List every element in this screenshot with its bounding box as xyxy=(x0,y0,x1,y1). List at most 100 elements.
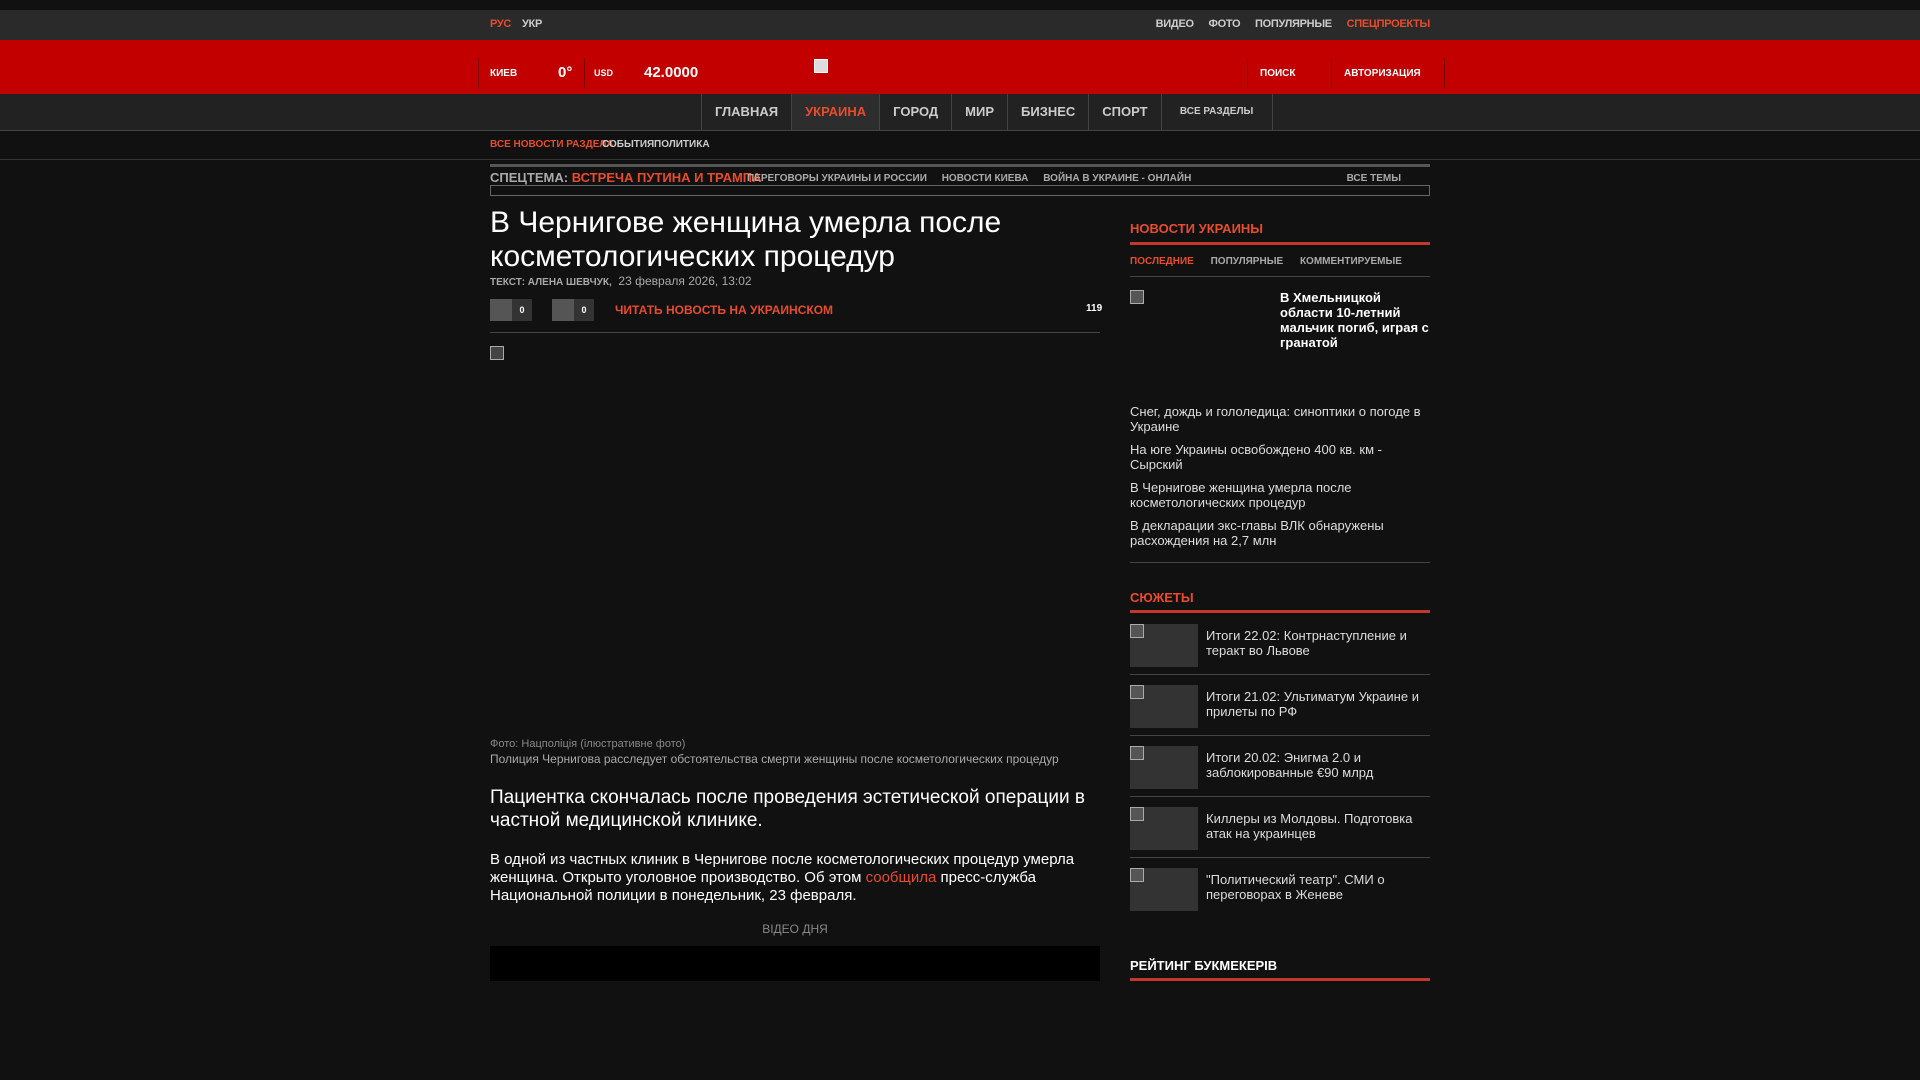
article-title: В Чернигове женщина умерла после космето… xyxy=(490,206,1002,273)
story-item[interactable]: Итоги 22.02: Контрнаступление и теракт в… xyxy=(1130,613,1430,675)
view-count: 119 xyxy=(1086,303,1103,314)
news-tabs: ПОСЛЕДНИЕ ПОПУЛЯРНЫЕ КОММЕНТИРУЕМЫЕ xyxy=(1130,256,1416,267)
tab-latest[interactable]: ПОСЛЕДНИЕ xyxy=(1130,256,1194,267)
image-icon xyxy=(1130,624,1144,638)
currency-rate: 42.0000 xyxy=(644,64,699,81)
separator xyxy=(1444,58,1445,88)
video-of-day-label: ВІДЕО ДНЯ xyxy=(762,922,828,936)
main-content: В Чернигове женщина умерла после космето… xyxy=(490,196,1430,1026)
separator xyxy=(1331,58,1332,88)
auth-button[interactable]: АВТОРИЗАЦИЯ xyxy=(1344,68,1421,79)
divider xyxy=(490,164,1430,167)
lang-rus-link[interactable]: РУС xyxy=(490,18,511,30)
currency-code[interactable]: USD xyxy=(594,68,613,78)
image-icon xyxy=(1130,807,1144,821)
share-telegram[interactable]: 0 xyxy=(552,299,594,321)
divider xyxy=(1130,242,1430,245)
article-author[interactable]: ТЕКСТ: АЛЕНА ШЕВЧУК, xyxy=(490,277,612,288)
nav-sport[interactable]: СПОРТ xyxy=(1088,94,1160,130)
subnav-events[interactable]: СОБЫТИЯ xyxy=(602,139,654,150)
story-thumbnail xyxy=(1130,746,1198,789)
stories-title[interactable]: СЮЖЕТЫ xyxy=(1130,590,1194,605)
story-item[interactable]: Киллеры из Молдовы. Подготовка атак на у… xyxy=(1130,796,1430,858)
story-item[interactable]: Итоги 20.02: Энигма 2.0 и заблокированны… xyxy=(1130,735,1430,797)
story-title: Киллеры из Молдовы. Подготовка атак на у… xyxy=(1206,811,1413,841)
story-thumbnail xyxy=(1130,807,1198,850)
weather-city[interactable]: КИЕВ xyxy=(490,68,517,79)
top-news-image-icon[interactable] xyxy=(1130,290,1144,304)
article-date: 23 февраля 2026, 13:02 xyxy=(618,274,752,288)
share-count: 0 xyxy=(512,299,532,321)
main-nav: ГЛАВНАЯ УКРАИНА ГОРОД МИР БИЗНЕС СПОРТ В… xyxy=(0,94,1920,131)
image-icon xyxy=(1130,868,1144,882)
divider xyxy=(1130,276,1430,277)
topic-link[interactable]: ПЕРЕГОВОРЫ УКРАИНЫ И РОССИИ xyxy=(747,173,927,184)
sub-nav: ВСЕ НОВОСТИ РАЗДЕЛА СОБЫТИЯ ПОЛИТИКА xyxy=(0,131,1920,160)
story-thumbnail xyxy=(1130,868,1198,911)
topic-link[interactable]: НОВОСТИ КИЕВА xyxy=(942,173,1029,184)
telegram-icon xyxy=(552,299,574,321)
top-link-video[interactable]: ВИДЕО xyxy=(1156,18,1194,30)
header-bar: КИЕВ 0° USD 42.0000 ПОИСК АВТОРИЗАЦИЯ xyxy=(0,40,1920,94)
bookmakers-rating-title[interactable]: РЕЙТИНГ БУКМЕКЕРІВ xyxy=(1130,958,1277,973)
news-list: Снег, дождь и гололедица: синоптики о по… xyxy=(1130,404,1430,556)
weather-temp: 0° xyxy=(558,64,573,81)
sidebar-news-title[interactable]: НОВОСТИ УКРАИНЫ xyxy=(1130,221,1263,236)
topic-link[interactable]: ВОЙНА В УКРАИНЕ - ОНЛАЙН xyxy=(1043,173,1191,184)
logo-image-icon xyxy=(814,59,828,73)
share-count: 0 xyxy=(574,299,594,321)
list-item[interactable]: В Чернигове женщина умерла после космето… xyxy=(1130,480,1430,510)
story-title: "Политический театр". СМИ о переговорах … xyxy=(1206,872,1385,902)
story-title: Итоги 20.02: Энигма 2.0 и заблокированны… xyxy=(1206,750,1374,780)
search-button[interactable]: ПОИСК xyxy=(1260,68,1295,79)
nav-home[interactable]: ГЛАВНАЯ xyxy=(701,94,791,130)
divider xyxy=(1130,562,1430,563)
subnav-politics[interactable]: ПОЛИТИКА xyxy=(654,139,710,150)
all-topics-link[interactable]: ВСЕ ТЕМЫ xyxy=(1347,173,1401,184)
divider xyxy=(1130,978,1430,981)
site-logo[interactable] xyxy=(814,59,828,73)
top-links: ВИДЕО ФОТО ПОПУЛЯРНЫЕ СПЕЦПРОЕКТЫ xyxy=(1144,18,1431,30)
special-topic-label: СПЕЦТЕМА: xyxy=(490,170,569,185)
byline: ТЕКСТ: АЛЕНА ШЕВЧУК, 23 февраля 2026, 13… xyxy=(490,274,752,288)
separator xyxy=(478,58,479,88)
article-body: В одной из частных клиник в Чернигове по… xyxy=(490,851,1090,905)
story-title: Итоги 21.02: Ультиматум Украине и прилет… xyxy=(1206,689,1419,719)
lang-ukr-link[interactable]: УКР xyxy=(522,18,542,30)
source-link[interactable]: сообщила xyxy=(866,869,937,886)
article-photo-icon xyxy=(490,346,504,360)
special-topic: СПЕЦТЕМА: ВСТРЕЧА ПУТИНА И ТРАМПА xyxy=(490,170,762,185)
story-thumbnail xyxy=(1130,624,1198,667)
divider xyxy=(490,332,1100,333)
image-icon xyxy=(1130,685,1144,699)
tab-popular[interactable]: ПОПУЛЯРНЫЕ xyxy=(1211,256,1284,267)
top-strip xyxy=(0,0,1920,10)
story-item[interactable]: Итоги 21.02: Ультиматум Украине и прилет… xyxy=(1130,674,1430,736)
nav-all-sections[interactable]: ВСЕ РАЗДЕЛЫ xyxy=(1160,94,1273,130)
topic-box xyxy=(490,185,1430,196)
top-link-specprojects[interactable]: СПЕЦПРОЕКТЫ xyxy=(1347,18,1431,30)
nav-city[interactable]: ГОРОД xyxy=(879,94,951,130)
list-item[interactable]: На юге Украины освобождено 400 кв. км - … xyxy=(1130,442,1430,472)
top-link-popular[interactable]: ПОПУЛЯРНЫЕ xyxy=(1255,18,1332,30)
story-title: Итоги 22.02: Контрнаступление и теракт в… xyxy=(1206,628,1407,658)
language-bar: РУС УКР ВИДЕО ФОТО ПОПУЛЯРНЫЕ СПЕЦПРОЕКТ… xyxy=(0,10,1920,40)
list-item[interactable]: В декларации экс-главы ВЛК обнаружены ра… xyxy=(1130,518,1430,548)
share-facebook[interactable]: 0 xyxy=(490,299,532,321)
separator xyxy=(1247,58,1248,88)
image-icon xyxy=(1130,746,1144,760)
nav-world[interactable]: МИР xyxy=(951,94,1007,130)
facebook-icon xyxy=(490,299,512,321)
read-ukrainian-link[interactable]: ЧИТАТЬ НОВОСТЬ НА УКРАИНСКОМ xyxy=(615,303,833,317)
subnav-all-news[interactable]: ВСЕ НОВОСТИ РАЗДЕЛА xyxy=(490,139,614,150)
list-item[interactable]: Снег, дождь и гололедица: синоптики о по… xyxy=(1130,404,1430,434)
photo-caption: Полиция Чернигова расследует обстоятельс… xyxy=(490,752,1059,766)
nav-ukraine[interactable]: УКРАИНА xyxy=(791,94,880,130)
tab-commented[interactable]: КОММЕНТИРУЕМЫЕ xyxy=(1300,256,1402,267)
special-topic-link[interactable]: ВСТРЕЧА ПУТИНА И ТРАМПА xyxy=(572,170,762,185)
top-link-photo[interactable]: ФОТО xyxy=(1209,18,1241,30)
video-player[interactable] xyxy=(490,946,1100,981)
nav-business[interactable]: БИЗНЕС xyxy=(1007,94,1088,130)
top-news-item[interactable]: В Хмельницкой области 10-летний мальчик … xyxy=(1280,290,1430,350)
story-item[interactable]: "Политический театр". СМИ о переговорах … xyxy=(1130,857,1430,918)
